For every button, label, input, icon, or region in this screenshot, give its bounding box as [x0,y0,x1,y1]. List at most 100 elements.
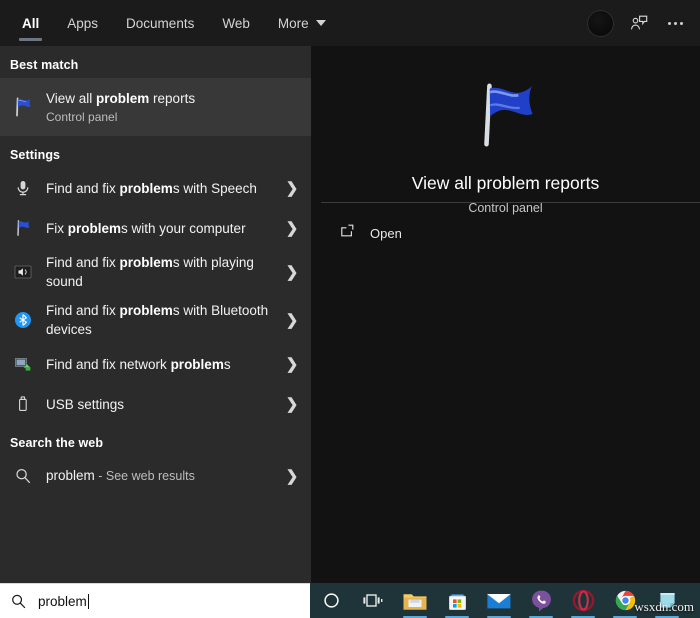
result-row-network-text: Find and fix network problems [46,355,281,374]
title-prefix: Find and fix [46,180,120,196]
ellipsis-dot [673,21,677,25]
tab-more[interactable]: More [264,0,340,46]
viber-icon[interactable] [520,583,562,618]
tab-web-label: Web [222,15,250,31]
task-view-icon[interactable] [352,583,394,618]
result-subtitle: Control panel [46,109,118,124]
search-icon [10,467,36,485]
title-match: problem [170,356,224,372]
title-suffix: reports [149,90,196,106]
settings-header: Settings [10,148,61,162]
chevron-right-icon[interactable]: ❯ [281,467,303,485]
sticky-notes-icon[interactable] [646,583,688,618]
title-prefix: Find and fix [46,255,120,270]
chevron-right-icon[interactable]: ❯ [281,219,303,237]
account-avatar[interactable] [587,9,614,37]
chevron-right-icon[interactable]: ❯ [281,311,303,329]
taskbar-search-input[interactable]: problem [0,583,310,618]
title-suffix: s with Speech [172,180,257,196]
text-cursor [87,593,89,609]
title-suffix: s [223,356,231,372]
result-title: Find and fix problems with Bluetooth dev… [46,301,281,339]
title-prefix: View all [46,90,97,106]
chevron-right-icon[interactable]: ❯ [281,179,303,197]
speaker-icon [10,263,36,281]
preview-title: View all problem reports [411,173,600,193]
blue-flag-icon-large [467,76,545,159]
result-row-playing-sound-text: Find and fix problems with playing sound [46,253,281,291]
filter-tabs: All Apps Documents Web More [0,0,340,46]
result-title: Find and fix network problems [46,355,281,374]
chevron-right-icon[interactable]: ❯ [281,395,303,413]
tab-apps-label: Apps [67,15,99,31]
best-match-header: Best match [10,58,79,72]
opera-icon[interactable] [562,583,604,618]
open-label: Open [370,225,402,241]
result-row-fix-computer[interactable]: Fix problems with your computer ❯ [0,208,311,248]
blue-flag-icon [10,218,36,238]
search-flyout: All Apps Documents Web More Best match V… [0,0,700,583]
preview-open-action[interactable]: Open [339,222,402,244]
mail-icon[interactable] [478,583,520,618]
result-row-bluetooth[interactable]: Find and fix problems with Bluetooth dev… [0,296,311,344]
tab-all[interactable]: All [8,0,53,46]
ellipsis-dot [679,21,683,25]
title-suffix: s with your computer [121,220,246,236]
title-match: problem [119,180,173,196]
web-query: problem [46,468,95,483]
preview-pane: View all problem reports Control panel O… [311,46,700,583]
microsoft-store-icon[interactable] [436,583,478,618]
web-hint: - See web results [94,469,195,483]
chevron-down-icon [315,20,326,26]
preview-divider [321,202,700,203]
title-prefix: Find and fix [46,303,120,318]
file-explorer-icon[interactable] [394,583,436,618]
taskbar: problem wsxdn.com [0,583,700,618]
preview-subtitle: Control panel [468,201,543,215]
result-row-web-search[interactable]: problem - See web results ❯ [0,456,311,496]
chrome-icon[interactable] [604,583,646,618]
title-prefix: Fix [46,220,68,236]
tab-documents-label: Documents [126,15,195,31]
results-pane[interactable]: Best match View all problem reports Cont… [0,46,311,583]
search-input-value: problem [38,593,87,609]
open-external-icon [339,222,356,244]
search-web-header: Search the web [10,436,104,450]
result-row-network[interactable]: Find and fix network problems ❯ [0,344,311,384]
title-match: problem [119,303,173,318]
title-prefix: USB settings [46,396,125,412]
result-best-match[interactable]: View all problem reports Control panel [0,78,311,136]
ellipsis-icon[interactable] [664,12,686,34]
result-row-speech[interactable]: Find and fix problems with Speech ❯ [0,168,311,208]
tab-apps[interactable]: Apps [53,0,112,46]
chevron-right-icon[interactable]: ❯ [281,263,303,281]
result-title: View all problem reports [46,89,303,108]
taskbar-icons [310,583,688,618]
result-row-usb[interactable]: USB settings ❯ [0,384,311,424]
title-match: problem [119,255,173,270]
usb-icon [10,395,36,413]
title-match: problem [67,220,122,236]
result-row-bluetooth-text: Find and fix problems with Bluetooth dev… [46,301,281,339]
result-row-fix-computer-text: Fix problems with your computer [46,219,281,238]
result-title: Find and fix problems with playing sound [46,253,281,291]
tab-documents[interactable]: Documents [112,0,208,46]
tab-web[interactable]: Web [208,0,264,46]
cortana-icon[interactable] [310,583,352,618]
result-best-match-text: View all problem reports Control panel [46,89,303,126]
result-row-speech-text: Find and fix problems with Speech [46,179,281,198]
result-row-usb-text: USB settings [46,395,281,414]
chevron-right-icon[interactable]: ❯ [281,355,303,373]
title-prefix: Find and fix network [46,356,171,372]
network-icon [10,355,36,373]
search-body: Best match View all problem reports Cont… [0,46,700,583]
result-row-web-search-text: problem - See web results [46,466,281,486]
result-title: problem - See web results [46,466,281,486]
feedback-person-icon[interactable] [628,12,650,34]
search-header: All Apps Documents Web More [0,0,700,46]
result-title: USB settings [46,395,281,414]
title-match: problem [96,90,150,106]
result-title: Find and fix problems with Speech [46,179,281,198]
search-icon [10,593,27,610]
result-row-playing-sound[interactable]: Find and fix problems with playing sound… [0,248,311,296]
